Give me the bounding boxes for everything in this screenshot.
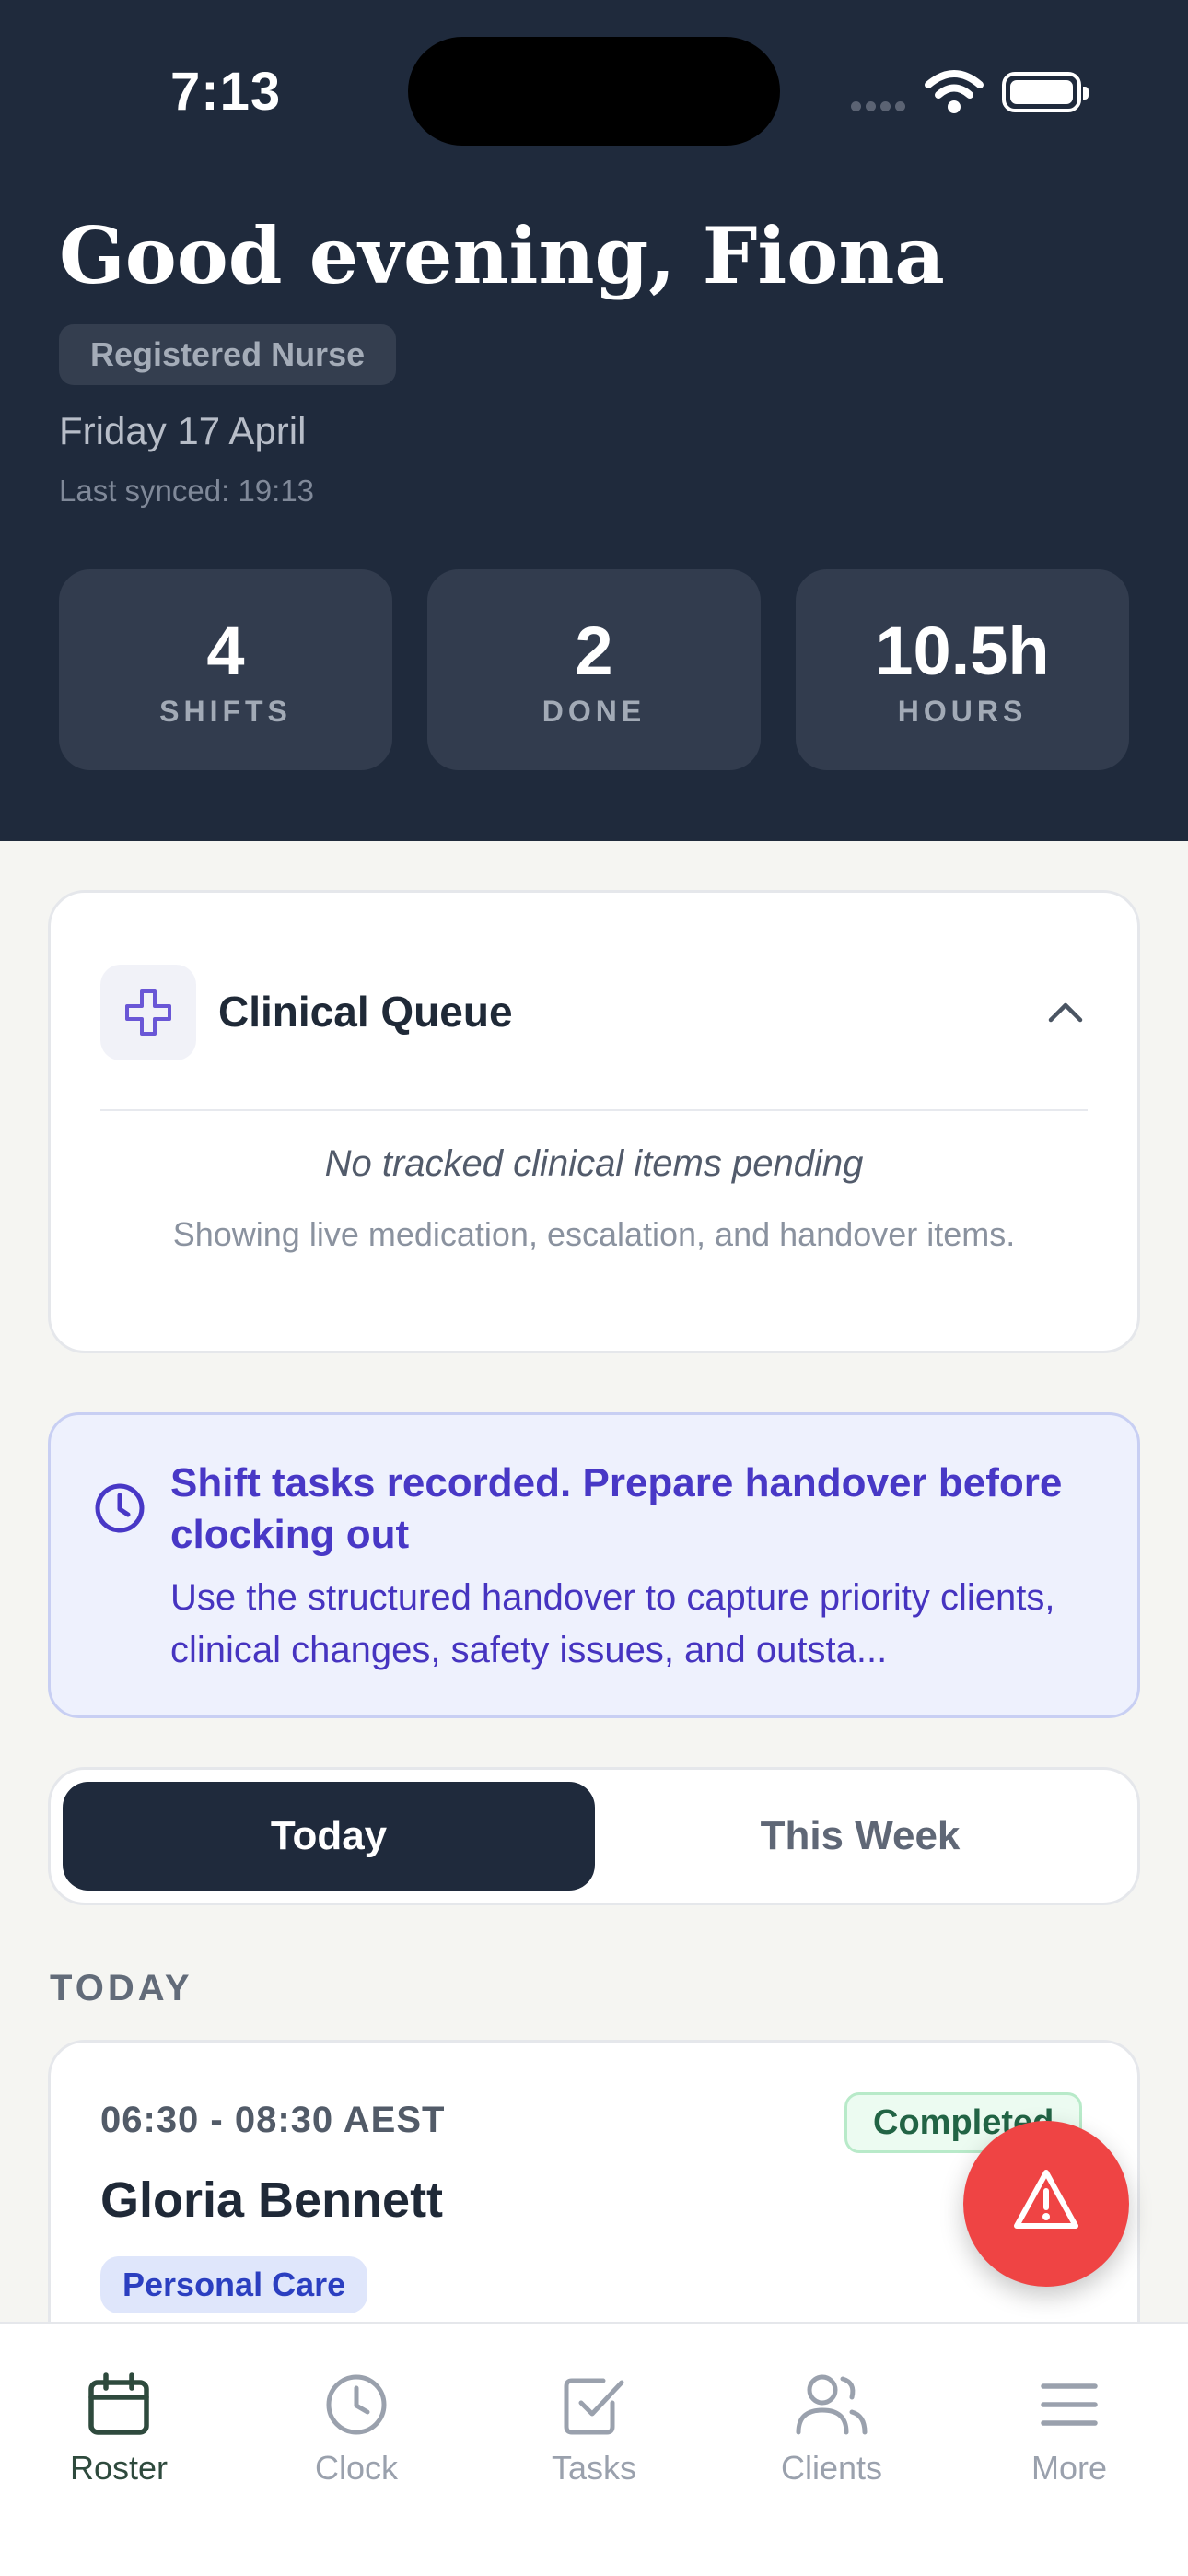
emergency-alert-button[interactable] (963, 2121, 1129, 2287)
stat-label: HOURS (897, 695, 1028, 728)
stat-label: SHIFTS (159, 695, 292, 728)
section-label-today: TODAY (50, 1968, 193, 2008)
tab-more[interactable]: More (950, 2371, 1188, 2510)
stats-row: 4 SHIFTS 2 DONE 10.5h HOURS (59, 569, 1129, 770)
tab-roster[interactable]: Roster (0, 2371, 238, 2510)
checkbox-icon (564, 2378, 624, 2435)
stat-label: DONE (542, 695, 646, 728)
stat-value: 10.5h (875, 613, 1050, 689)
stat-done: 2 DONE (427, 569, 761, 770)
menu-icon (1041, 2383, 1098, 2426)
status-time: 7:13 (170, 62, 282, 122)
shift-time: 06:30 - 08:30 AEST (100, 2100, 446, 2140)
bottom-tab-bar: Roster Clock Tasks Clients More (0, 2322, 1188, 2576)
status-bar: 7:13 (0, 0, 1188, 184)
stat-shifts: 4 SHIFTS (59, 569, 392, 770)
view-segmented-control: Today This Week (48, 1767, 1140, 1905)
tab-label: Tasks (551, 2449, 637, 2487)
tab-clients[interactable]: Clients (713, 2371, 950, 2510)
medical-cross-icon (100, 965, 196, 1060)
wifi-icon (925, 70, 984, 113)
notice-body: Use the structured handover to capture p… (170, 1577, 1055, 1670)
stat-value: 4 (206, 613, 245, 689)
battery-icon (1002, 72, 1089, 112)
header: 7:13 Good evening, Fiona Registered Nurs… (0, 0, 1188, 841)
tab-label: More (1031, 2449, 1108, 2487)
notice-title: Shift tasks recorded. Prepare handover b… (170, 1460, 1063, 1557)
tab-clock[interactable]: Clock (238, 2371, 475, 2510)
clinical-queue-empty: No tracked clinical items pending (324, 1143, 864, 1184)
service-tag: Personal Care (100, 2256, 368, 2313)
clinical-queue-subtext: Showing live medication, escalation, and… (172, 1215, 1016, 1253)
current-date: Friday 17 April (59, 409, 307, 452)
divider (100, 1109, 1088, 1111)
role-badge: Registered Nurse (59, 324, 397, 385)
clock-icon (95, 1483, 145, 1533)
calendar-icon (88, 2372, 149, 2435)
cellular-signal-icon (851, 100, 910, 112)
users-icon (796, 2374, 868, 2435)
dynamic-island (408, 37, 780, 146)
stat-hours: 10.5h HOURS (796, 569, 1129, 770)
stat-value: 2 (575, 613, 613, 689)
clinical-queue-title: Clinical Queue (218, 988, 513, 1036)
greeting-title: Good evening, Fiona (59, 210, 945, 301)
tab-tasks[interactable]: Tasks (475, 2371, 713, 2510)
client-name: Gloria Bennett (100, 2172, 444, 2228)
tab-label: Clock (314, 2449, 399, 2487)
tab-label: Clients (780, 2449, 883, 2487)
handover-notice[interactable]: Shift tasks recorded. Prepare handover b… (48, 1412, 1140, 1718)
last-synced: Last synced: 19:13 (59, 474, 315, 508)
tab-this-week[interactable]: This Week (594, 1782, 1126, 1891)
clinical-queue-card: Clinical Queue No tracked clinical items… (48, 890, 1140, 1353)
tab-label: Roster (69, 2449, 169, 2487)
clock-icon (326, 2374, 387, 2435)
tab-today[interactable]: Today (63, 1782, 595, 1891)
warning-triangle-icon (1014, 2170, 1078, 2229)
chevron-up-icon[interactable] (1045, 992, 1086, 1033)
